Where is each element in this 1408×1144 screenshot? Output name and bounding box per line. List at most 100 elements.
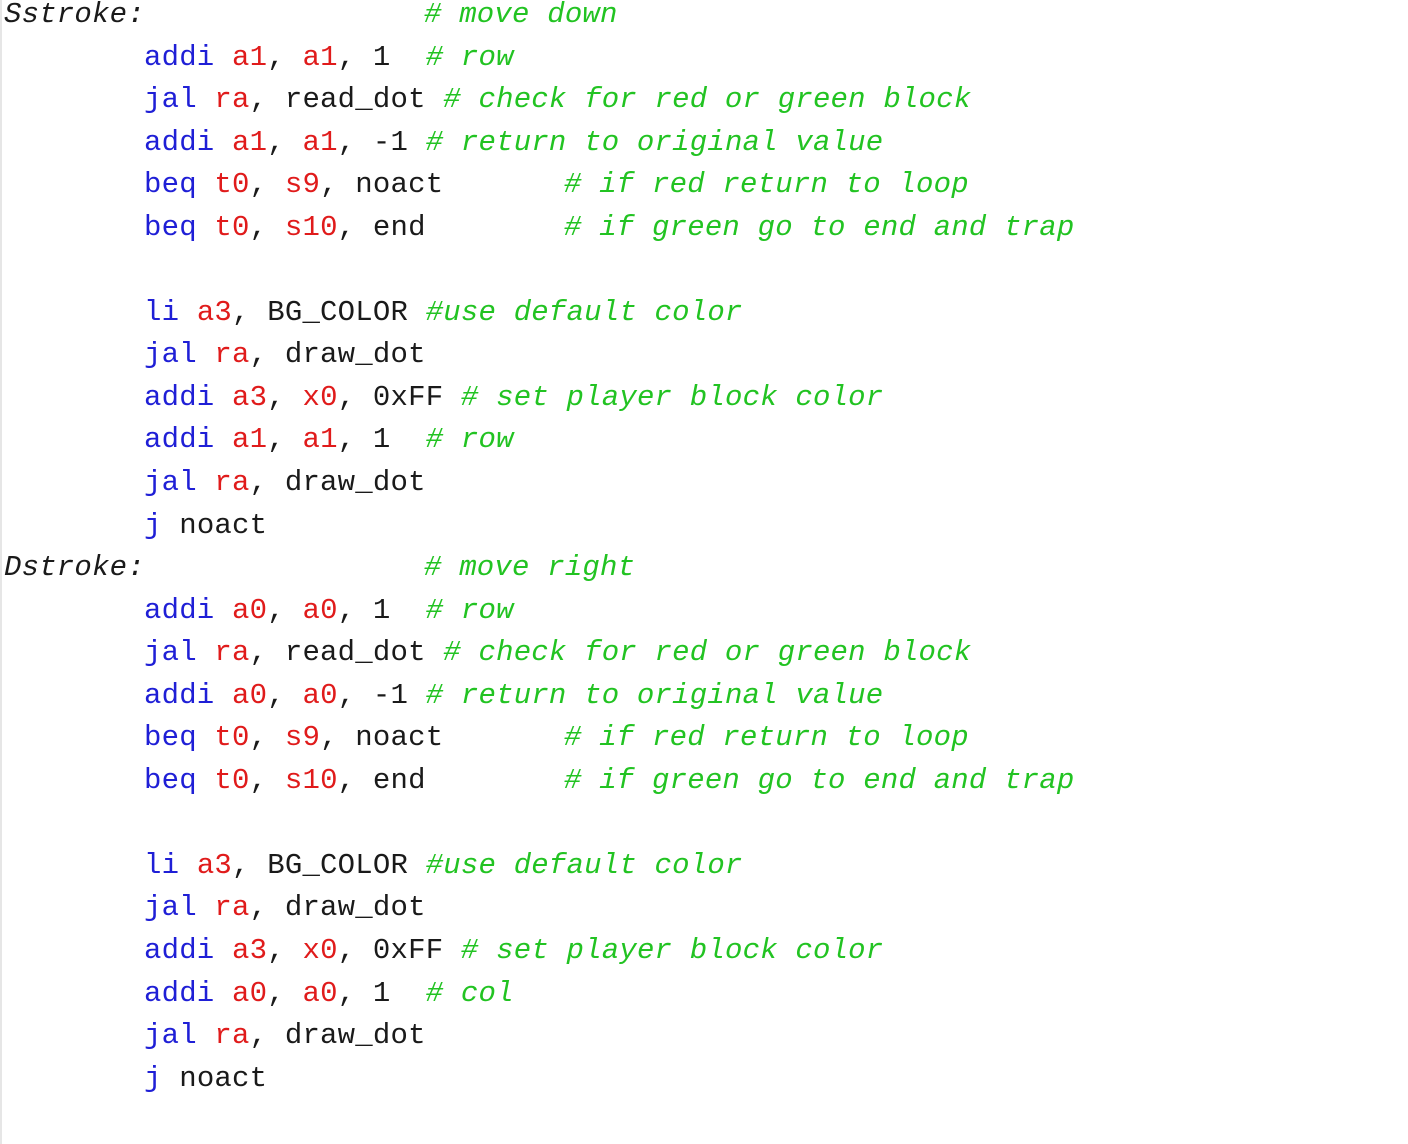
opcode: jal: [144, 338, 197, 372]
register: ra: [214, 636, 250, 670]
code-comment: # move down: [424, 0, 618, 31]
code-instruction: addi a1, a1, 1 # row: [144, 40, 514, 74]
code-editor[interactable]: Sstroke: # move down addi a1, a1, 1 # row j…: [0, 0, 1408, 1144]
register: s9: [284, 168, 321, 202]
code-instruction: jal ra, draw_dot: [144, 340, 426, 370]
register: a0: [302, 593, 338, 627]
code-line[interactable]: Dstroke: # move right: [4, 553, 1404, 596]
code-area[interactable]: Sstroke: # move down addi a1, a1, 1 # row j…: [4, 0, 1404, 1106]
operand: noact: [161, 1061, 268, 1095]
register: x0: [302, 934, 338, 968]
opcode: beq: [144, 763, 197, 797]
operand: , draw_dot: [249, 1019, 426, 1053]
operand: , -1: [337, 678, 426, 712]
register: a1: [232, 423, 268, 457]
register: a3: [232, 380, 268, 414]
code-comment: # check for red or green block: [443, 83, 972, 117]
separator: ,: [267, 423, 303, 457]
code-comment: #use default color: [425, 848, 743, 882]
code-line[interactable]: addi a1, a1, -1 # return to original val…: [4, 125, 1404, 171]
operand: , end: [337, 210, 426, 244]
code-instruction: li a3, BG_COLOR #use default color: [144, 848, 743, 882]
code-line[interactable]: jal ra, draw_dot: [4, 340, 1404, 383]
opcode: jal: [144, 83, 197, 117]
code-line[interactable]: addi a3, x0, 0xFF # set player block col…: [4, 936, 1404, 979]
code-instruction: li a3, BG_COLOR #use default color: [144, 295, 743, 329]
code-line[interactable]: jal ra, draw_dot: [4, 468, 1404, 511]
code-line[interactable]: addi a0, a0, -1 # return to original val…: [4, 678, 1404, 724]
code-comment: # set player block color: [460, 934, 884, 968]
register: a1: [232, 40, 268, 74]
code-line[interactable]: addi a0, a0, 1 # row: [4, 593, 1404, 639]
code-instruction: beq t0, s9, noact: [144, 170, 443, 200]
operand: , draw_dot: [249, 891, 426, 925]
opcode: addi: [144, 934, 215, 968]
opcode: jal: [144, 1019, 197, 1053]
code-comment: # row: [425, 40, 514, 74]
separator: ,: [267, 125, 303, 159]
code-line[interactable]: [4, 255, 1404, 298]
register: a3: [196, 295, 233, 329]
code-line[interactable]: addi a1, a1, 1 # row: [4, 40, 1404, 86]
register: t0: [214, 721, 250, 755]
code-comment: # row: [425, 423, 514, 457]
operand: , read_dot: [249, 83, 444, 117]
separator: ,: [267, 678, 303, 712]
code-comment: # return to original value: [425, 678, 884, 712]
code-instruction: beq t0, s10, end: [144, 210, 426, 244]
opcode: jal: [144, 466, 197, 500]
code-comment: # move right: [424, 551, 636, 585]
separator: ,: [267, 40, 303, 74]
opcode: li: [144, 295, 180, 329]
code-line[interactable]: jal ra, read_dot # check for red or gree…: [4, 85, 1404, 128]
code-line[interactable]: li a3, BG_COLOR #use default color: [4, 848, 1404, 894]
register: s10: [284, 210, 338, 244]
opcode: addi: [144, 40, 215, 74]
code-line[interactable]: Sstroke: # move down: [4, 0, 1404, 43]
code-instruction: jal ra, draw_dot: [144, 468, 426, 498]
code-comment: # if red return to loop: [564, 721, 969, 755]
register: t0: [214, 210, 250, 244]
code-comment: # if green go to end and trap: [564, 763, 1075, 797]
code-line[interactable]: addi a1, a1, 1 # row: [4, 425, 1404, 468]
opcode: addi: [144, 593, 215, 627]
opcode: j: [144, 1061, 162, 1095]
operand: , -1: [337, 125, 426, 159]
register: a1: [302, 40, 338, 74]
opcode: beq: [144, 210, 197, 244]
code-line[interactable]: li a3, BG_COLOR #use default color: [4, 295, 1404, 341]
code-instruction: jal ra, draw_dot: [144, 893, 426, 923]
code-line[interactable]: jal ra, draw_dot: [4, 893, 1404, 936]
separator: ,: [249, 763, 285, 797]
code-instruction: addi a0, a0, 1 # row: [144, 593, 514, 627]
register: a3: [232, 934, 268, 968]
code-line[interactable]: beq t0, s10, end # if green go to end and…: [4, 210, 1404, 256]
operand: , draw_dot: [249, 338, 426, 372]
code-line[interactable]: jal ra, draw_dot: [4, 1021, 1404, 1064]
register: s9: [284, 721, 321, 755]
register: a0: [232, 976, 268, 1010]
code-line[interactable]: beq t0, s9, noact # if red return to loop: [4, 170, 1404, 213]
code-line[interactable]: j noact: [4, 1061, 1404, 1107]
operand: , read_dot: [249, 636, 444, 670]
operand: , noact: [320, 721, 444, 755]
opcode: j: [144, 508, 162, 542]
code-line[interactable]: addi a3, x0, 0xFF # set player block col…: [4, 380, 1404, 426]
code-line[interactable]: [4, 808, 1404, 851]
operand: , 1: [337, 976, 426, 1010]
register: ra: [214, 1019, 250, 1053]
operand: , BG_COLOR: [232, 848, 426, 882]
register: t0: [214, 168, 250, 202]
code-line[interactable]: beq t0, s10, end # if green go to end and…: [4, 763, 1404, 809]
separator: ,: [249, 210, 285, 244]
code-line[interactable]: jal ra, read_dot # check for red or gree…: [4, 638, 1404, 681]
code-line[interactable]: j noact: [4, 508, 1404, 554]
code-line[interactable]: addi a0, a0, 1 # col: [4, 976, 1404, 1022]
code-instruction: addi a3, x0, 0xFF # set player block col…: [144, 380, 883, 414]
code-instruction: addi a3, x0, 0xFF # set player block col…: [144, 936, 883, 966]
code-instruction: addi a0, a0, -1 # return to original val…: [144, 678, 884, 712]
code-line[interactable]: beq t0, s9, noact # if red return to loop: [4, 723, 1404, 766]
register: a3: [196, 848, 233, 882]
code-instruction: j noact: [144, 1061, 268, 1095]
code-instruction: addi a0, a0, 1 # col: [144, 976, 514, 1010]
